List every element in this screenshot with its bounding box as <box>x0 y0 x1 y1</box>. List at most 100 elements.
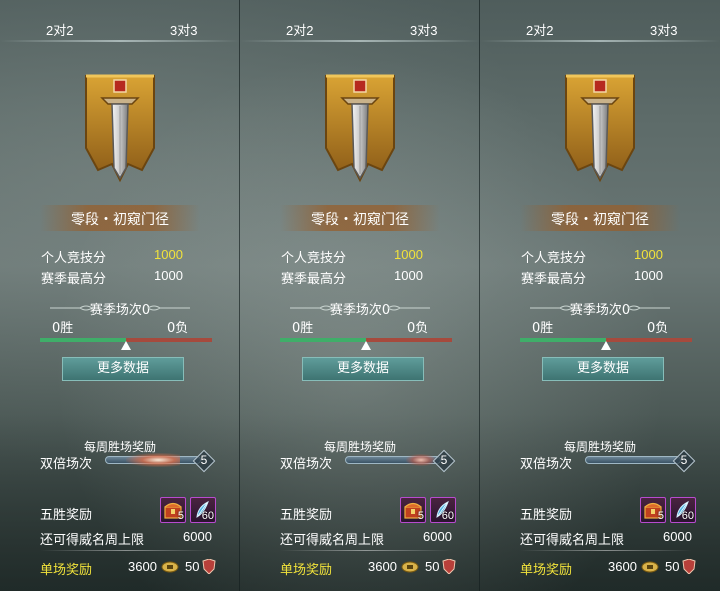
mode-tabs: 2对2 3对3 <box>240 0 480 44</box>
mode-tabs: 2对2 3对3 <box>480 0 720 44</box>
arena-panel-1: 2对2 3对3 零段・初窥门径 个人竞技分 1000 赛季最高分 1000 赛季… <box>0 0 240 591</box>
prestige-cap-value: 6000 <box>663 529 692 544</box>
tab-2v2[interactable]: 2对2 <box>526 20 553 39</box>
season-games: 赛季场次0 <box>569 303 631 318</box>
prestige-cap-label: 还可得威名周上限 <box>280 533 385 548</box>
divider <box>520 550 692 551</box>
reward-item-feather[interactable]: 60 <box>670 497 696 523</box>
divider <box>40 550 212 551</box>
rank-banner: 零段・初窥门径 <box>520 205 680 231</box>
coin-icon <box>161 561 179 573</box>
five-win-reward-label: 五胜奖励 <box>40 508 93 523</box>
season-high-label: 赛季最高分 <box>41 272 107 287</box>
win-loss-marker <box>361 341 371 350</box>
coin-icon <box>641 561 659 573</box>
sword-banner-icon <box>85 74 155 183</box>
double-games-count: 5 <box>440 453 448 467</box>
double-games-bar <box>105 453 201 467</box>
more-data-button[interactable]: 更多数据 <box>62 357 184 381</box>
arena-panel-2: 2对2 3对3 零段・初窥门径 个人竞技分 1000 赛季最高分 1000 赛季… <box>240 0 480 591</box>
single-coins-value: 3600 <box>368 559 397 574</box>
arena-panels: 2对2 3对3 零段・初窥门径 个人竞技分 1000 赛季最高分 1000 赛季… <box>0 0 720 591</box>
double-games-label: 双倍场次 <box>40 457 93 472</box>
more-data-button[interactable]: 更多数据 <box>542 357 664 381</box>
prestige-cap-value: 6000 <box>183 529 212 544</box>
tab-3v3[interactable]: 3对3 <box>650 20 677 39</box>
losses-count: 0负 <box>647 321 669 336</box>
sword-banner-icon <box>565 74 635 183</box>
personal-score-label: 个人竞技分 <box>521 251 587 266</box>
ornament-right-icon <box>627 305 670 311</box>
double-games-label: 双倍场次 <box>280 457 333 472</box>
ornament-right-icon <box>147 305 190 311</box>
rank-banner: 零段・初窥门径 <box>40 205 200 231</box>
prestige-cap-value: 6000 <box>423 529 452 544</box>
wins-count: 0胜 <box>292 321 314 336</box>
rank-name: 零段・初窥门径 <box>311 212 409 228</box>
double-games-count: 5 <box>680 453 688 467</box>
reward-item-chest-count: 5 <box>417 510 424 522</box>
double-bar-glow <box>126 453 180 467</box>
shield-badge-icon <box>442 559 456 574</box>
reward-item-feather-count: 60 <box>681 510 694 522</box>
single-coins-value: 3600 <box>608 559 637 574</box>
double-bar-glow <box>406 454 436 466</box>
mode-tabs: 2对2 3对3 <box>0 0 240 44</box>
coin-icon <box>401 561 419 573</box>
tab-divider <box>480 40 720 42</box>
win-loss-bar <box>40 338 212 350</box>
win-bar-fill <box>40 338 126 342</box>
single-prestige-value: 50 <box>665 559 680 574</box>
reward-item-chest-count: 5 <box>657 510 664 522</box>
double-games-count: 5 <box>200 453 208 467</box>
reward-item-feather[interactable]: 60 <box>190 497 216 523</box>
reward-item-feather-count: 60 <box>441 510 454 522</box>
loss-bar-fill <box>126 338 212 342</box>
win-loss-marker <box>601 341 611 350</box>
single-prestige-value: 50 <box>425 559 440 574</box>
double-games-label: 双倍场次 <box>520 457 573 472</box>
single-coins-value: 3600 <box>128 559 157 574</box>
season-games: 赛季场次0 <box>89 303 151 318</box>
tab-divider <box>0 40 240 42</box>
single-match-reward-label: 单场奖励 <box>520 563 573 578</box>
ornament-right-icon <box>387 305 430 311</box>
more-data-button[interactable]: 更多数据 <box>302 357 424 381</box>
tab-3v3[interactable]: 3对3 <box>410 20 437 39</box>
reward-item-chest[interactable]: 5 <box>400 497 426 523</box>
loss-bar-fill <box>366 338 452 342</box>
personal-score-value: 1000 <box>394 247 423 262</box>
arena-panel-3: 2对2 3对3 零段・初窥门径 个人竞技分 1000 赛季最高分 1000 赛季… <box>480 0 720 591</box>
losses-count: 0负 <box>407 321 429 336</box>
reward-item-feather[interactable]: 60 <box>430 497 456 523</box>
single-match-reward-label: 单场奖励 <box>280 563 333 578</box>
tab-3v3[interactable]: 3对3 <box>170 20 197 39</box>
win-bar-fill <box>520 338 606 342</box>
season-high-value: 1000 <box>634 268 663 283</box>
season-high-label: 赛季最高分 <box>281 272 347 287</box>
rank-name: 零段・初窥门径 <box>551 212 649 228</box>
tab-2v2[interactable]: 2对2 <box>286 20 313 39</box>
season-games: 赛季场次0 <box>329 303 391 318</box>
rank-name: 零段・初窥门径 <box>71 212 169 228</box>
win-loss-bar <box>520 338 692 350</box>
season-high-value: 1000 <box>154 268 183 283</box>
sword-banner-icon <box>325 74 395 183</box>
tab-divider <box>240 40 480 42</box>
double-games-bar <box>345 454 441 466</box>
personal-score-value: 1000 <box>154 247 183 262</box>
loss-bar-fill <box>606 338 692 342</box>
shield-badge-icon <box>682 559 696 574</box>
prestige-cap-label: 还可得威名周上限 <box>40 533 145 548</box>
personal-score-value: 1000 <box>634 247 663 262</box>
personal-score-label: 个人竞技分 <box>41 251 107 266</box>
reward-item-chest[interactable]: 5 <box>160 497 186 523</box>
divider <box>280 550 452 551</box>
rank-banner: 零段・初窥门径 <box>280 205 440 231</box>
season-high-label: 赛季最高分 <box>521 272 587 287</box>
shield-badge-icon <box>202 559 216 574</box>
reward-item-chest[interactable]: 5 <box>640 497 666 523</box>
tab-2v2[interactable]: 2对2 <box>46 20 73 39</box>
reward-item-feather-count: 60 <box>201 510 214 522</box>
season-high-value: 1000 <box>394 268 423 283</box>
